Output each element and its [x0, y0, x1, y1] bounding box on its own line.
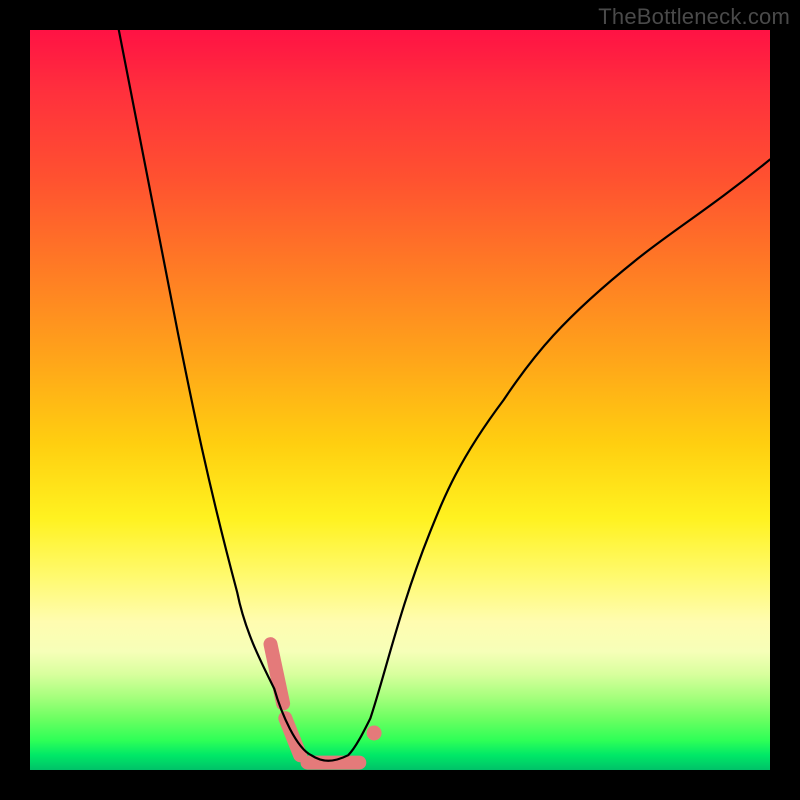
- watermark-label: TheBottleneck.com: [598, 4, 790, 30]
- highlight-markers: [271, 644, 382, 762]
- chart-svg: [30, 30, 770, 770]
- marker-dot-1: [367, 726, 382, 741]
- chart-frame: TheBottleneck.com: [0, 0, 800, 800]
- bottleneck-curve: [119, 30, 770, 761]
- plot-area: [30, 30, 770, 770]
